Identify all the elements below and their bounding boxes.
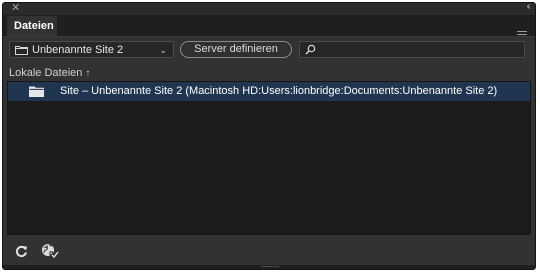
- panel-footer: [3, 237, 535, 267]
- site-root-label: Site – Unbenannte Site 2 (Macintosh HD:U…: [60, 85, 498, 97]
- globe-check-icon[interactable]: [41, 243, 59, 259]
- refresh-icon[interactable]: [15, 245, 28, 258]
- site-select[interactable]: Unbenannte Site 2 ⌄: [9, 41, 174, 58]
- resize-grip[interactable]: [3, 265, 535, 269]
- chevron-down-icon: ⌄: [159, 45, 167, 55]
- local-files-header[interactable]: Lokale Dateien ↑: [9, 67, 90, 79]
- sort-ascending-icon[interactable]: ↑: [85, 68, 90, 79]
- search-input[interactable]: [320, 43, 520, 56]
- file-list[interactable]: Site – Unbenannte Site 2 (Macintosh HD:U…: [7, 81, 531, 235]
- search-field[interactable]: [299, 41, 525, 58]
- search-icon: [305, 44, 316, 55]
- close-icon[interactable]: ✕: [11, 3, 20, 15]
- files-toolbar: Unbenannte Site 2 ⌄ Server definieren: [3, 37, 535, 63]
- panel-body: Unbenannte Site 2 ⌄ Server definieren Lo…: [3, 37, 535, 269]
- define-server-button[interactable]: Server definieren: [180, 41, 292, 58]
- folder-icon: [29, 86, 44, 97]
- panel-titlebar: ✕ ‹‹: [3, 3, 535, 15]
- collapse-panel-icon[interactable]: ‹‹: [526, 3, 530, 14]
- files-panel: ✕ ‹‹ Dateien Unbenannte Site 2 ⌄ Server …: [2, 2, 536, 270]
- panel-tab-row: Dateien: [3, 15, 535, 38]
- folder-icon: [15, 46, 28, 55]
- tab-dateien[interactable]: Dateien: [7, 16, 57, 36]
- list-item[interactable]: Site – Unbenannte Site 2 (Macintosh HD:U…: [8, 82, 530, 101]
- local-files-label: Lokale Dateien: [9, 67, 83, 79]
- site-select-value: Unbenannte Site 2: [32, 44, 124, 56]
